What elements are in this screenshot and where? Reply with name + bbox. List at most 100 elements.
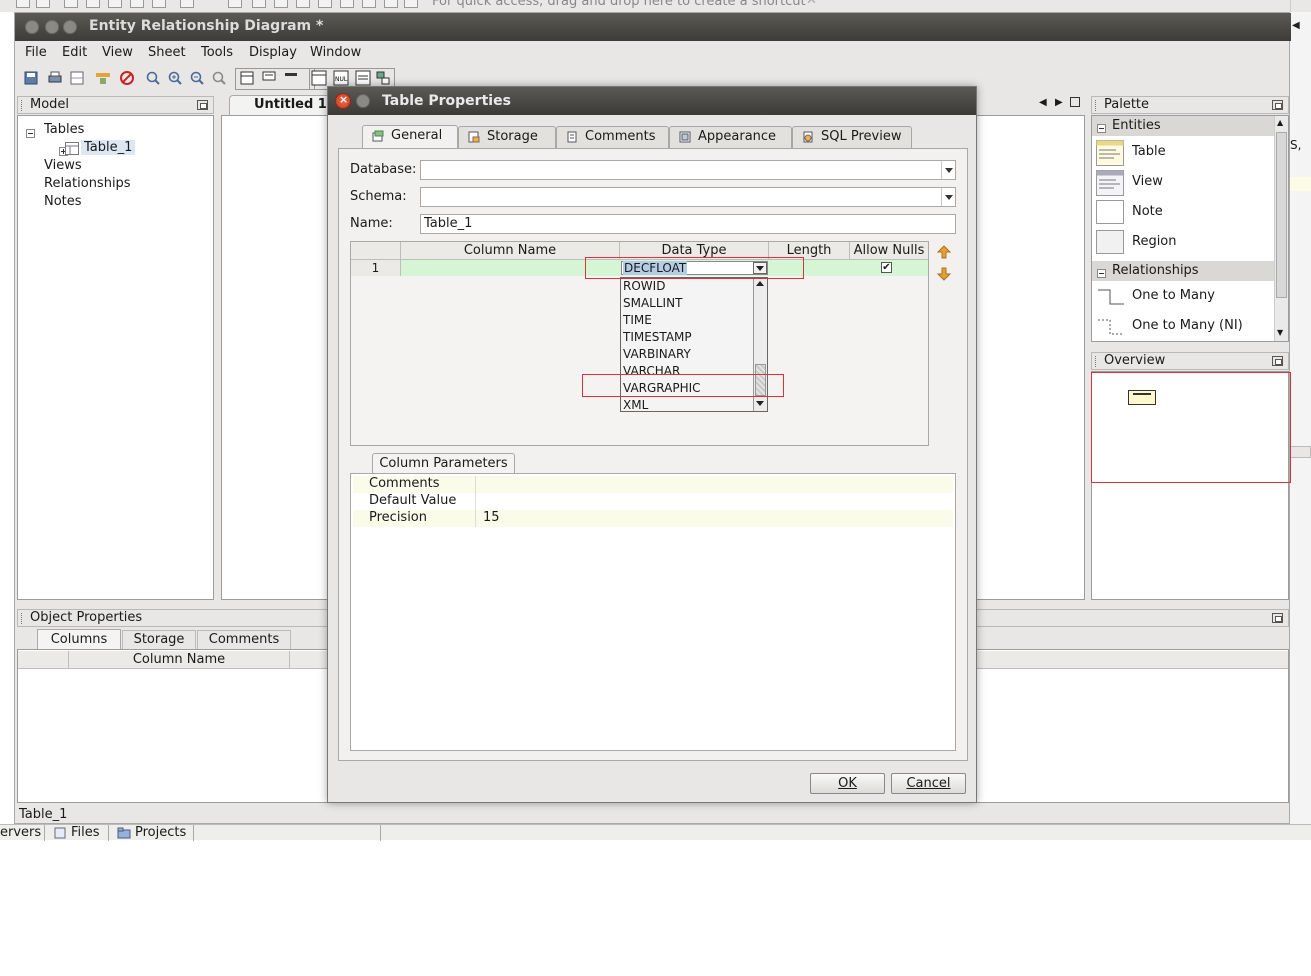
menu-file[interactable]: File <box>25 45 47 60</box>
toolbar-icon[interactable] <box>362 0 376 8</box>
collapse-icon[interactable] <box>1097 269 1106 278</box>
name-input[interactable]: Table_1 <box>420 214 956 234</box>
bottom-tab-servers[interactable]: ervers <box>0 825 41 840</box>
row-number[interactable]: 1 <box>351 260 401 276</box>
palette-item-table[interactable]: Table <box>1094 138 1274 168</box>
collapse-icon[interactable] <box>26 129 35 138</box>
option-xml[interactable]: XML <box>623 397 648 414</box>
layout-icon[interactable] <box>375 70 391 86</box>
null-icon[interactable]: NUL <box>333 70 349 86</box>
background-scrollbar[interactable] <box>1290 446 1311 458</box>
dialog-close-button[interactable]: × <box>335 93 351 109</box>
option-smallint[interactable]: SMALLINT <box>623 295 682 312</box>
header-view-icon[interactable] <box>283 70 299 86</box>
database-select[interactable] <box>420 160 956 180</box>
toolbar-icon[interactable] <box>108 0 122 8</box>
toolbar-icon[interactable] <box>404 0 418 8</box>
tab-left-arrow-icon[interactable]: ◀ <box>1039 97 1047 108</box>
scroll-up-icon[interactable] <box>756 281 764 286</box>
palette-relationships-header[interactable]: Relationships <box>1092 261 1274 281</box>
param-row-default-value[interactable]: Default Value <box>353 493 953 510</box>
scroll-down-icon[interactable]: ▼ <box>1277 328 1283 337</box>
object-tab-comments[interactable]: Comments <box>197 630 291 649</box>
toolbar-icon[interactable] <box>340 0 354 8</box>
menu-view[interactable]: View <box>102 45 133 60</box>
tree-item-views[interactable]: Views <box>44 158 82 173</box>
column-header-allow-nulls[interactable]: Allow Nulls <box>850 242 928 260</box>
toolbar-icon[interactable] <box>384 0 398 8</box>
table-view-icon[interactable] <box>239 70 255 86</box>
overview-viewport[interactable] <box>1091 372 1291 483</box>
minimize-window-button[interactable] <box>45 20 59 34</box>
toolbar-icon[interactable] <box>180 0 194 8</box>
object-tab-columns[interactable]: Columns <box>37 629 121 649</box>
close-window-button[interactable] <box>25 20 39 34</box>
scroll-down-icon[interactable] <box>756 401 764 406</box>
schema-select[interactable] <box>420 187 956 207</box>
toolbar-icon[interactable] <box>296 0 310 8</box>
toolbar-icon[interactable] <box>318 0 332 8</box>
option-rowid[interactable]: ROWID <box>623 278 665 295</box>
print-icon[interactable] <box>47 70 63 86</box>
allow-nulls-checkbox[interactable]: ✔ <box>881 262 892 273</box>
object-tab-storage[interactable]: Storage <box>122 630 196 649</box>
column-view-icon[interactable] <box>261 70 277 86</box>
toolbar-icon[interactable] <box>152 0 166 8</box>
left-arrow-icon[interactable]: ◀ <box>1292 20 1300 31</box>
chevron-down-icon[interactable] <box>941 188 955 206</box>
tree-item-tables[interactable]: Tables <box>44 122 84 137</box>
palette-scroll-thumb[interactable] <box>1276 132 1287 298</box>
restore-icon[interactable] <box>1272 613 1283 623</box>
palette-entities-header[interactable]: Entities <box>1092 116 1274 136</box>
tab-comments[interactable]: Comments <box>556 126 669 148</box>
palette-scrollbar[interactable]: ▲ ▼ <box>1274 116 1288 341</box>
close-icon[interactable]: ✕ <box>806 0 817 8</box>
tab-column-parameters[interactable]: Column Parameters <box>372 453 515 474</box>
maximize-window-button[interactable] <box>63 20 77 34</box>
menu-display[interactable]: Display <box>249 45 297 60</box>
toolbar-icon[interactable] <box>228 0 242 8</box>
tab-sql-preview[interactable]: SQL Preview <box>792 126 912 148</box>
menu-tools[interactable]: Tools <box>201 45 233 60</box>
param-row-precision[interactable]: Precision 15 <box>353 510 953 527</box>
palette-item-view[interactable]: View <box>1094 168 1274 198</box>
option-time[interactable]: TIME <box>623 312 652 329</box>
grid-column-name-header[interactable]: Column Name <box>69 651 290 669</box>
panel-grip[interactable] <box>21 613 24 624</box>
toolbar-icon[interactable] <box>64 0 78 8</box>
zoom-reset-icon[interactable] <box>211 70 227 86</box>
bottom-tab-files[interactable]: Files <box>71 825 100 840</box>
editor-tab[interactable]: Untitled 1 <box>229 95 333 115</box>
toolbar-icon[interactable] <box>252 0 266 8</box>
tab-storage[interactable]: Storage <box>458 126 556 148</box>
chevron-down-icon[interactable] <box>941 161 955 179</box>
restore-icon[interactable] <box>197 100 208 110</box>
toolbar-icon[interactable] <box>274 0 288 8</box>
toolbar-icon[interactable] <box>130 0 144 8</box>
param-value-precision[interactable]: 15 <box>483 510 500 525</box>
tree-item-notes[interactable]: Notes <box>44 194 82 209</box>
scroll-arrows[interactable] <box>1290 0 1311 12</box>
cancel-button[interactable]: Cancel <box>891 773 966 794</box>
save-icon[interactable] <box>23 70 39 86</box>
tab-right-arrow-icon[interactable]: ▶ <box>1055 97 1063 108</box>
palette-item-note[interactable]: Note <box>1094 198 1274 228</box>
option-varbinary[interactable]: VARBINARY <box>623 346 691 363</box>
palette-item-one-to-many-ni[interactable]: One to Many (NI) <box>1094 314 1274 344</box>
tab-appearance[interactable]: Appearance <box>669 126 792 148</box>
menu-edit[interactable]: Edit <box>62 45 87 60</box>
filter-icon[interactable] <box>95 70 111 86</box>
menu-sheet[interactable]: Sheet <box>148 45 186 60</box>
toolbar-icon[interactable] <box>16 0 30 8</box>
option-timestamp[interactable]: TIMESTAMP <box>623 329 692 346</box>
restore-icon[interactable] <box>1272 356 1283 366</box>
palette-item-region[interactable]: Region <box>1094 228 1274 258</box>
zoom-in-icon[interactable] <box>167 70 183 86</box>
scroll-up-icon[interactable]: ▲ <box>1277 118 1283 127</box>
menu-window[interactable]: Window <box>310 45 361 60</box>
tree-item-relationships[interactable]: Relationships <box>44 176 131 191</box>
ok-button[interactable]: OK <box>810 773 885 794</box>
param-row-comments[interactable]: Comments <box>353 476 953 493</box>
panel-grip[interactable] <box>1095 356 1098 367</box>
stop-icon[interactable] <box>119 70 135 86</box>
